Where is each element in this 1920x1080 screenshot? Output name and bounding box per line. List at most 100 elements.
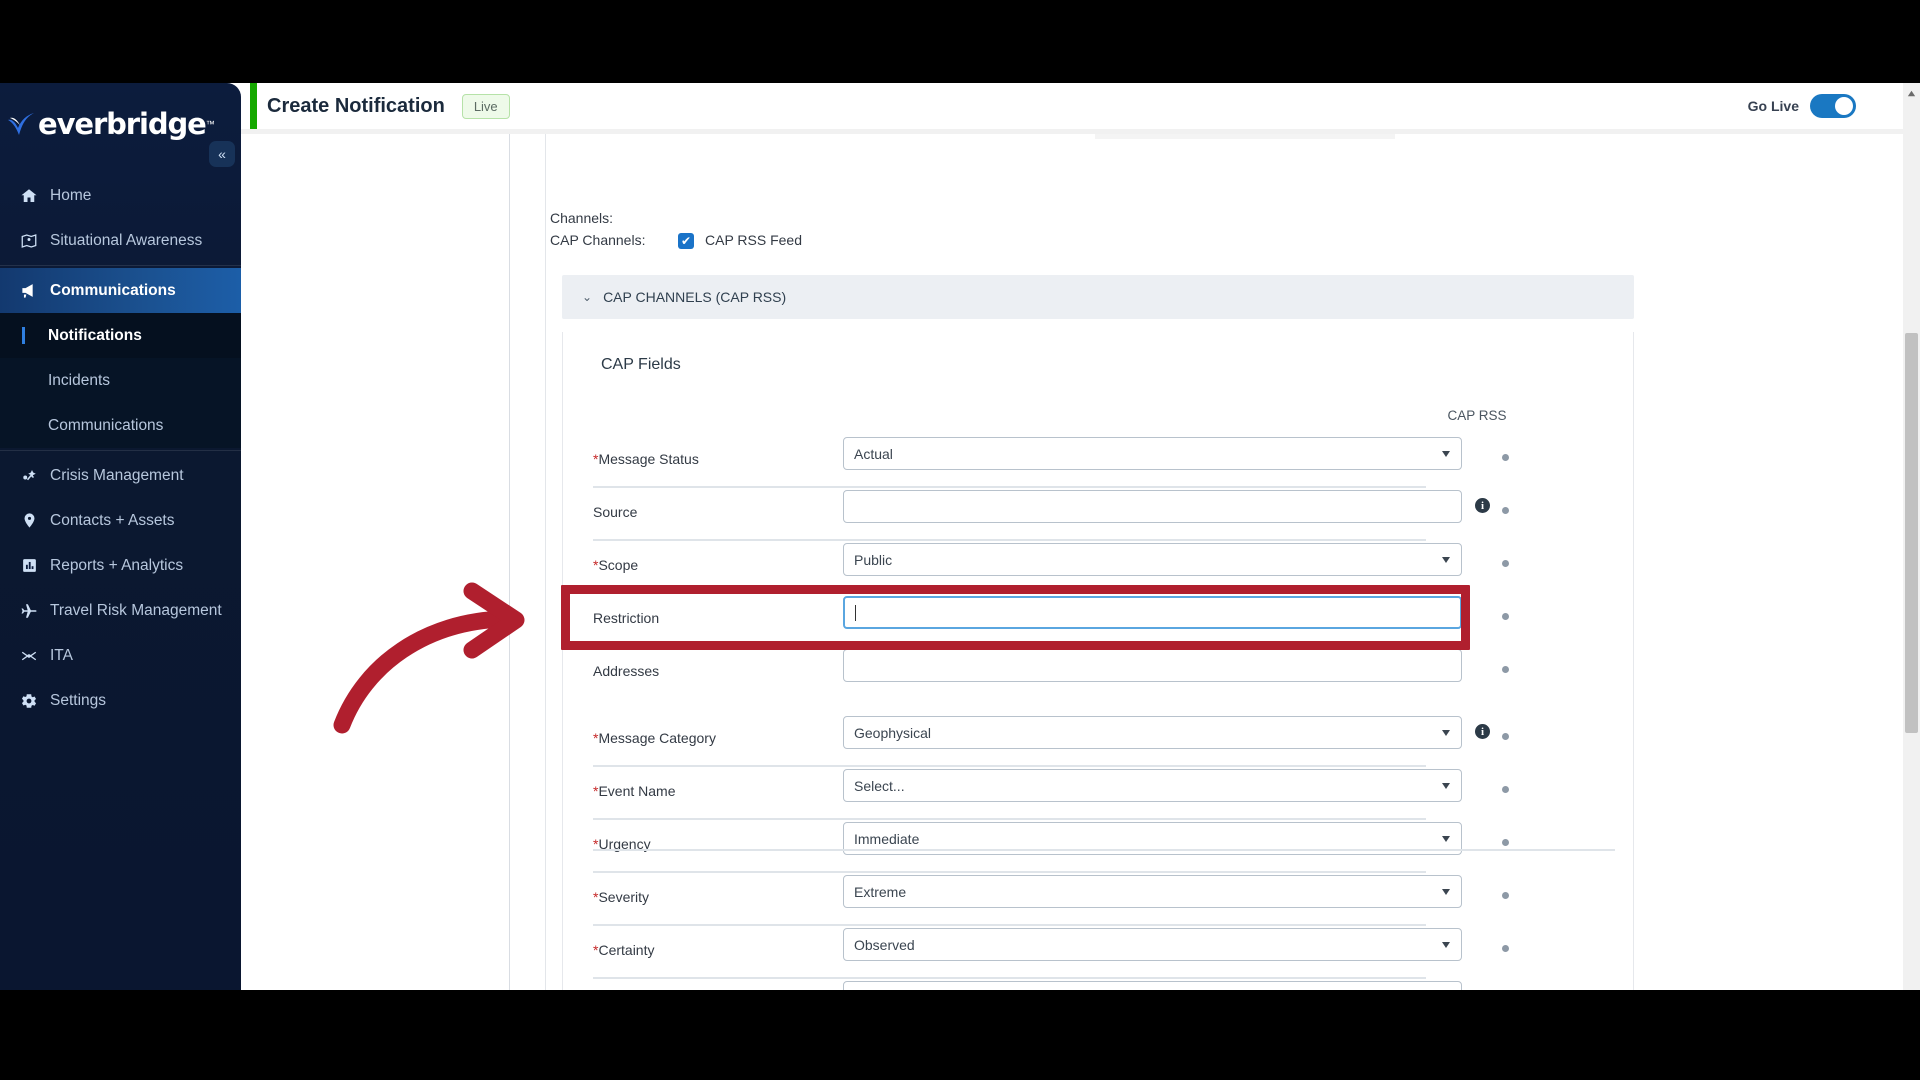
- sidebar-item-label: Communications: [50, 281, 176, 299]
- cap-rss-availability-dot: [1502, 786, 1509, 793]
- cap-fields-title: CAP Fields: [601, 356, 681, 373]
- required-asterisk: *: [593, 889, 599, 905]
- required-asterisk: *: [593, 942, 599, 958]
- cap-field-label: Source: [593, 504, 638, 520]
- cap-field-select[interactable]: Select...: [843, 769, 1462, 802]
- sidebar-item-label: Crisis Management: [50, 466, 184, 484]
- cap-field-control-wrap: 1: [843, 981, 1462, 990]
- cap-field-label: Addresses: [593, 663, 660, 679]
- cap-rss-availability-dot: [1502, 839, 1509, 846]
- go-live-toggle[interactable]: [1810, 94, 1856, 118]
- cap-field-row: ExpiresHour(s)1: [593, 978, 1615, 990]
- sidebar-item-contacts-assets[interactable]: Contacts + Assets: [0, 498, 241, 543]
- cap-field-control-wrap: Select...: [843, 769, 1462, 802]
- cap-field-control-wrap: [843, 649, 1462, 682]
- sidebar-item-reports-analytics[interactable]: Reports + Analytics: [0, 543, 241, 588]
- sidebar-item-label: Travel Risk Management: [50, 601, 222, 619]
- everbridge-logo[interactable]: everbridge ™: [6, 105, 215, 143]
- sidebar-item-incidents[interactable]: Incidents: [0, 358, 241, 403]
- cap-field-input[interactable]: [843, 490, 1462, 523]
- vertical-scrollbar-thumb[interactable]: [1905, 333, 1918, 733]
- accordion-title: CAP CHANNELS (CAP RSS): [603, 289, 787, 305]
- info-icon[interactable]: i: [1475, 724, 1490, 739]
- field-group-separator: [593, 849, 1615, 851]
- header-divider: [241, 129, 1920, 134]
- sidebar-item-situational-awareness[interactable]: Situational Awareness: [0, 218, 241, 263]
- cap-field-control-wrap: Actual: [843, 437, 1462, 470]
- main-content: Channels: CAP Channels: ✔ CAP RSS Feed ⌄…: [546, 134, 1897, 990]
- required-asterisk: *: [593, 557, 599, 573]
- everbridge-check-icon: [6, 111, 36, 137]
- cap-rss-availability-dot: [1502, 666, 1509, 673]
- sidebar-subgroup-communications: Notifications Incidents Communications: [0, 313, 241, 448]
- pin-icon: [18, 510, 40, 532]
- cap-field-label: *Message Category: [593, 730, 716, 746]
- cap-field-row: Source i: [593, 487, 1615, 541]
- sidebar-item-communications-sub[interactable]: Communications: [0, 403, 241, 448]
- sidebar-item-label: Reports + Analytics: [50, 556, 184, 574]
- cap-field-select[interactable]: 1: [843, 981, 1462, 990]
- cap-field-control-wrap: Extreme: [843, 875, 1462, 908]
- sidebar-item-notifications[interactable]: Notifications: [0, 313, 241, 358]
- page-title: Create Notification: [267, 94, 445, 117]
- left-panel: [241, 134, 510, 990]
- sidebar-item-crisis-management[interactable]: Crisis Management: [0, 453, 241, 498]
- sidebar-divider: [0, 265, 241, 266]
- logo-wordmark: everbridge: [38, 107, 207, 141]
- required-asterisk: *: [593, 730, 599, 746]
- required-asterisk: *: [593, 451, 599, 467]
- mid-gutter: [510, 134, 546, 990]
- cap-field-select[interactable]: Geophysical: [843, 716, 1462, 749]
- cap-field-select[interactable]: Observed: [843, 928, 1462, 961]
- required-asterisk: *: [593, 783, 599, 799]
- cap-field-control-wrap: [843, 596, 1462, 629]
- sidebar-item-ita[interactable]: ITA: [0, 633, 241, 678]
- sidebar-item-travel-risk-management[interactable]: Travel Risk Management: [0, 588, 241, 633]
- sidebar-item-communications[interactable]: Communications: [0, 268, 241, 313]
- cap-rss-availability-dot: [1502, 454, 1509, 461]
- cap-field-label: *Message Status: [593, 451, 699, 467]
- cap-rss-availability-dot: [1502, 507, 1509, 514]
- info-icon[interactable]: i: [1475, 498, 1490, 513]
- chevron-down-icon: ⌄: [582, 290, 593, 304]
- cap-field-label: *Event Name: [593, 783, 676, 799]
- cap-rss-availability-dot: [1502, 613, 1509, 620]
- sidebar-item-home[interactable]: Home: [0, 173, 241, 218]
- cap-field-row: Addresses: [593, 646, 1615, 699]
- sidebar-item-label: Contacts + Assets: [50, 511, 175, 529]
- cap-field-control-wrap: [843, 490, 1462, 523]
- cap-rss-availability-dot: [1502, 560, 1509, 567]
- toggle-knob: [1835, 97, 1853, 115]
- channels-label: Channels:: [550, 210, 614, 226]
- sidebar-subitem-label: Incidents: [48, 371, 111, 389]
- cap-field-select[interactable]: Actual: [843, 437, 1462, 470]
- cap-field-select[interactable]: Extreme: [843, 875, 1462, 908]
- sidebar-collapse-button[interactable]: «: [209, 141, 235, 167]
- cap-field-input[interactable]: [843, 649, 1462, 682]
- cap-field-input[interactable]: [843, 596, 1462, 629]
- cap-field-control-wrap: Observed: [843, 928, 1462, 961]
- cap-rss-availability-dot: [1502, 733, 1509, 740]
- cap-field-label: *Severity: [593, 889, 650, 905]
- cap-field-row: *Event Name Select...: [593, 766, 1615, 820]
- go-live-control[interactable]: Go Live: [1748, 94, 1856, 118]
- cap-rss-feed-checkbox[interactable]: ✔: [678, 233, 694, 249]
- cap-fields-card: CAP Fields CAP RSS *Message Status Actual…: [562, 332, 1634, 990]
- status-badge-live: Live: [461, 93, 510, 119]
- cap-field-control-wrap: Public: [843, 543, 1462, 576]
- ita-icon: [18, 645, 40, 667]
- cap-rss-feed-label: CAP RSS Feed: [705, 232, 803, 248]
- sidebar-subitem-label: Notifications: [48, 326, 142, 344]
- cap-field-label: Restriction: [593, 610, 660, 626]
- cap-field-label: *Scope: [593, 557, 639, 573]
- cap-field-select[interactable]: Public: [843, 543, 1462, 576]
- cap-channels-accordion-header[interactable]: ⌄ CAP CHANNELS (CAP RSS): [562, 275, 1634, 319]
- cap-rss-availability-dot: [1502, 892, 1509, 899]
- cap-field-control-wrap: Geophysical: [843, 716, 1462, 749]
- megaphone-icon: [18, 280, 40, 302]
- cap-field-row: *Message Status Actual: [593, 434, 1615, 488]
- sidebar-item-settings[interactable]: Settings: [0, 678, 241, 723]
- sidebar-item-label: Situational Awareness: [50, 231, 203, 249]
- plane-icon: [18, 600, 40, 622]
- go-live-label: Go Live: [1747, 98, 1799, 114]
